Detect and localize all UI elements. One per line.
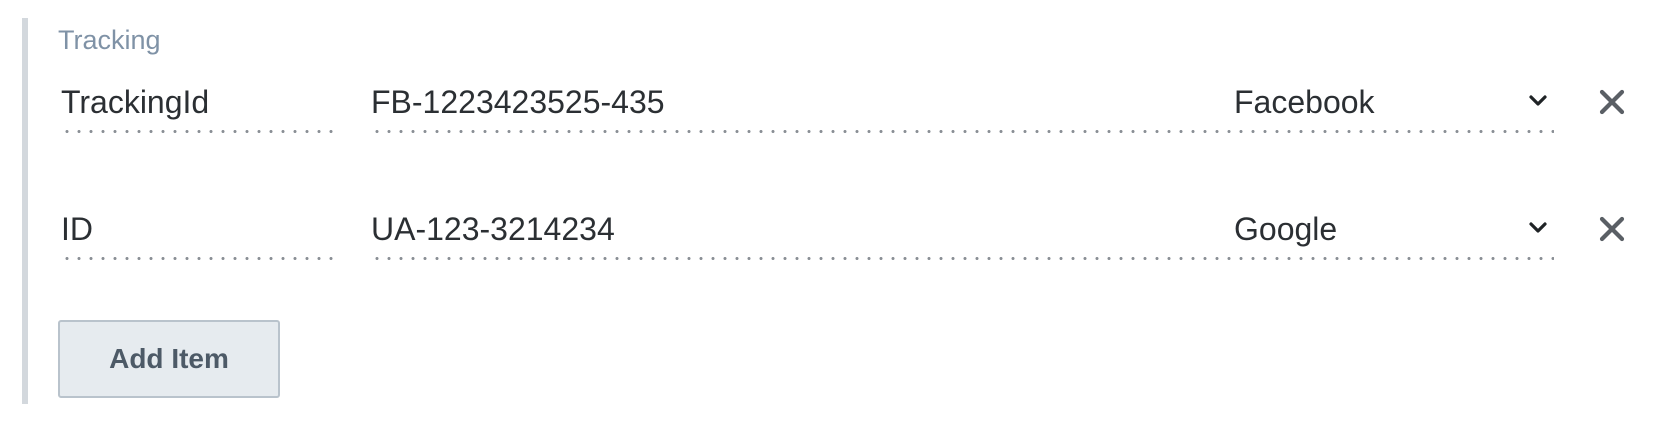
key-input[interactable]: TrackingId	[61, 70, 341, 134]
provider-select[interactable]: Google	[1234, 197, 1564, 261]
provider-select[interactable]: Facebook	[1234, 70, 1564, 134]
provider-select-value: Facebook	[1234, 84, 1375, 120]
add-item-button[interactable]: Add Item	[58, 320, 280, 398]
section-title: Tracking	[58, 25, 161, 55]
provider-select-value: Google	[1234, 211, 1338, 247]
chevron-down-icon	[1529, 222, 1547, 233]
key-input[interactable]: ID	[61, 197, 341, 261]
close-icon[interactable]	[1596, 213, 1628, 245]
tracking-row: ID UA-123-3214234 Google	[0, 197, 1662, 267]
close-icon[interactable]	[1596, 86, 1628, 118]
chevron-down-icon	[1529, 95, 1547, 106]
tracking-row: TrackingId FB-1223423525-435 Facebook	[0, 70, 1662, 140]
